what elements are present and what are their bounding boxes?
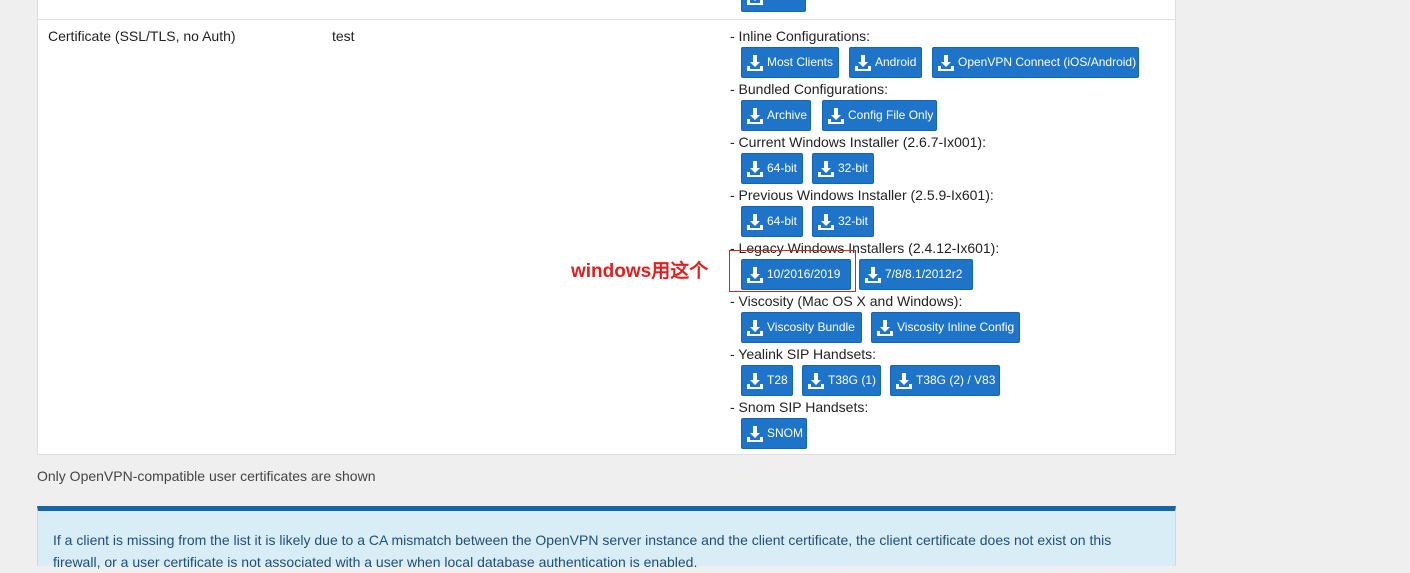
user-cell: test <box>332 28 355 44</box>
download-icon <box>855 54 871 71</box>
current-windows-installer-label: - Current Windows Installer (2.6.7-Ix001… <box>730 134 986 150</box>
download-snom-button[interactable]: SNOM <box>741 418 807 449</box>
certificates-note: Only OpenVPN-compatible user certificate… <box>37 468 376 484</box>
annotation-text: windows用这个 <box>571 261 709 282</box>
download-previous-64bit-button[interactable]: 64-bit <box>741 206 803 237</box>
download-icon <box>877 319 893 336</box>
annotation-highlight-box <box>729 250 856 292</box>
snom-label: - Snom SIP Handsets: <box>730 399 869 415</box>
download-icon <box>747 213 763 230</box>
download-icon <box>818 160 834 177</box>
yealink-label: - Yealink SIP Handsets: <box>730 346 877 362</box>
download-icon <box>865 266 881 283</box>
download-snom-button-previous[interactable]: SNOM <box>741 0 806 12</box>
clients-table-panel: SNOM Certificate (SSL/TLS, no Auth) test… <box>37 0 1176 455</box>
download-android-button[interactable]: Android <box>849 47 922 78</box>
download-icon <box>896 372 912 389</box>
download-legacy-7-8-81-2012r2-button[interactable]: 7/8/8.1/2012r2 <box>859 259 973 290</box>
download-openvpn-connect-button[interactable]: OpenVPN Connect (iOS/Android) <box>932 47 1139 78</box>
download-icon <box>747 160 763 177</box>
download-icon <box>938 54 954 71</box>
download-previous-32bit-button[interactable]: 32-bit <box>812 206 874 237</box>
download-icon <box>747 319 763 336</box>
download-icon <box>747 107 763 124</box>
download-icon <box>747 425 763 442</box>
download-icon <box>747 54 763 71</box>
download-yealink-t38g1-button[interactable]: T38G (1) <box>802 365 881 396</box>
download-icon <box>818 213 834 230</box>
download-current-32bit-button[interactable]: 32-bit <box>812 153 874 184</box>
inline-configurations-label: - Inline Configurations: <box>730 28 871 44</box>
download-current-64bit-button[interactable]: 64-bit <box>741 153 803 184</box>
download-yealink-t38g2-v83-button[interactable]: T38G (2) / V83 <box>890 365 1000 396</box>
bundled-configurations-label: - Bundled Configurations: <box>730 81 888 97</box>
previous-windows-installer-label: - Previous Windows Installer (2.5.9-Ix60… <box>730 187 994 203</box>
download-viscosity-inline-config-button[interactable]: Viscosity Inline Config <box>871 312 1020 343</box>
download-archive-button[interactable]: Archive <box>741 100 811 131</box>
download-icon <box>828 107 844 124</box>
download-icon <box>808 372 824 389</box>
viscosity-label: - Viscosity (Mac OS X and Windows): <box>730 293 963 309</box>
download-yealink-t28-button[interactable]: T28 <box>741 365 793 396</box>
info-alert-text: If a client is missing from the list it … <box>53 532 1112 570</box>
auth-method-cell: Certificate (SSL/TLS, no Auth) <box>48 28 236 44</box>
download-config-file-only-button[interactable]: Config File Only <box>822 100 937 131</box>
download-icon <box>747 372 763 389</box>
download-most-clients-button[interactable]: Most Clients <box>741 47 839 78</box>
download-icon <box>747 0 763 5</box>
previous-table-row <box>38 0 1175 20</box>
download-viscosity-bundle-button[interactable]: Viscosity Bundle <box>741 312 862 343</box>
info-alert: If a client is missing from the list it … <box>37 506 1176 570</box>
